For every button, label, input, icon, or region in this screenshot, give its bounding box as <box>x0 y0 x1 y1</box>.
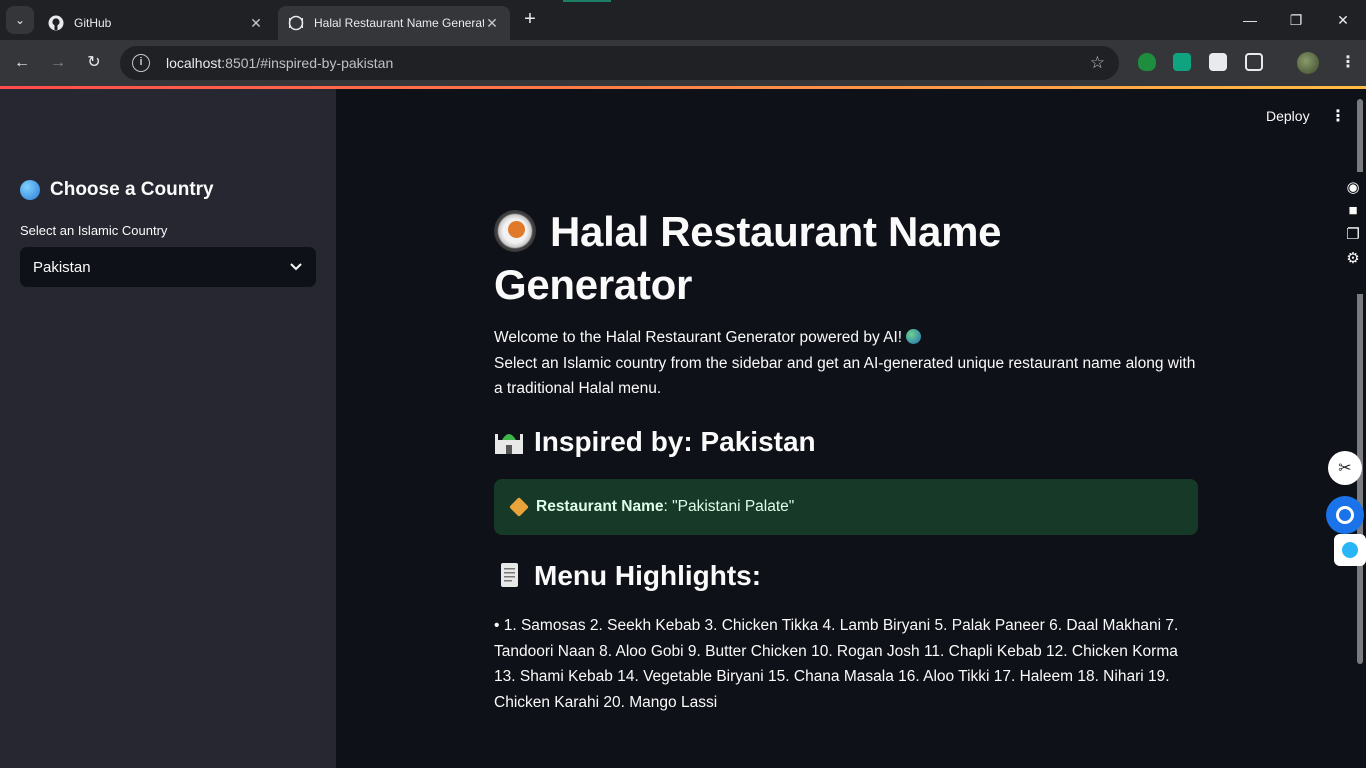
chevron-down-icon: ⌄ <box>14 13 26 27</box>
restaurant-name-alert: Restaurant Name: "Pakistani Palate" <box>494 479 1198 535</box>
intro-text: Welcome to the Halal Restaurant Generato… <box>494 325 1200 402</box>
address-bar[interactable]: i localhost:8501/#inspired-by-pakistan ☆ <box>120 46 1119 80</box>
tab-search-button[interactable]: ⌄ <box>6 6 34 34</box>
deploy-button[interactable]: Deploy <box>1266 108 1310 124</box>
page-title-text: Halal Restaurant Name Generator <box>494 208 1002 308</box>
globe-icon <box>20 180 40 200</box>
restaurant-name-value: : "Pakistani Palate" <box>663 498 795 515</box>
intro-line-2: Select an Islamic country from the sideb… <box>494 354 1196 398</box>
country-select-label: Select an Islamic Country <box>20 223 168 238</box>
checkbox-extension-icon[interactable] <box>1209 53 1227 71</box>
address-host: localhost <box>166 55 222 71</box>
label-tag-icon <box>509 497 529 517</box>
menu-items-text: • 1. Samosas 2. Seekh Kebab 3. Chicken T… <box>494 617 1179 711</box>
chevron-down-icon <box>290 260 302 274</box>
shield-extension-icon[interactable] <box>1138 53 1156 71</box>
browser-toolbar: ← → ↻ i localhost:8501/#inspired-by-paki… <box>0 40 1366 86</box>
puzzle-extensions-icon[interactable] <box>1245 53 1263 71</box>
github-icon <box>48 15 64 31</box>
browser-tab-halal-generator[interactable]: Halal Restaurant Name Generat ✕ <box>278 6 510 40</box>
close-window-icon[interactable]: ✕ <box>1331 8 1355 32</box>
inspired-heading-text: Inspired by: Pakistan <box>534 426 816 457</box>
country-select[interactable]: Pakistan <box>20 247 316 287</box>
menu-heading-text: Menu Highlights: <box>534 560 762 591</box>
tab-accent-indicator <box>563 0 611 2</box>
gear-icon[interactable]: ⚙ <box>1340 249 1366 267</box>
earth-globe-icon <box>906 329 922 344</box>
country-select-value: Pakistan <box>33 258 91 276</box>
window-icon[interactable]: ❐ <box>1340 225 1366 243</box>
mosque-icon <box>495 434 523 454</box>
chat-assistant-icon[interactable] <box>1326 496 1364 534</box>
sidebar-header: Choose a Country <box>20 179 214 201</box>
ai-sidebar-icon[interactable] <box>1334 534 1366 566</box>
browser-tab-bar: ⌄ GitHub ✕ Halal Restaurant Name Generat… <box>0 0 1366 40</box>
restaurant-name-label: Restaurant Name <box>536 498 664 515</box>
sidebar-header-text: Choose a Country <box>50 179 214 200</box>
close-tab-icon[interactable]: ✕ <box>248 15 264 32</box>
inspired-heading: Inspired by: Pakistan <box>494 426 816 458</box>
address-url[interactable]: localhost:8501/#inspired-by-pakistan <box>166 55 393 71</box>
new-tab-button[interactable]: + <box>518 8 542 32</box>
menu-heading: Menu Highlights: <box>494 560 761 592</box>
page-title: Halal Restaurant Name Generator <box>494 205 1200 311</box>
tab-title: GitHub <box>74 16 112 30</box>
minimize-icon[interactable]: — <box>1238 8 1262 32</box>
reload-icon[interactable]: ↻ <box>82 51 106 75</box>
side-toolbar: ◉ ■ ❐ ⚙ <box>1340 172 1366 294</box>
bookmark-star-icon[interactable]: ☆ <box>1090 53 1105 73</box>
plate-icon <box>288 15 304 31</box>
curry-plate-icon <box>494 210 536 252</box>
intro-line-1: Welcome to the Halal Restaurant Generato… <box>494 329 903 346</box>
site-info-icon[interactable]: i <box>132 54 150 72</box>
profile-avatar[interactable] <box>1297 52 1319 74</box>
browser-tab-github[interactable]: GitHub ✕ <box>38 6 274 40</box>
chatgpt-extension-icon[interactable] <box>1173 53 1191 71</box>
address-path: :8501/#inspired-by-pakistan <box>221 55 394 71</box>
sidebar: Choose a Country Select an Islamic Count… <box>0 89 336 768</box>
scissors-icon[interactable]: ✂ <box>1328 451 1362 485</box>
tab-title: Halal Restaurant Name Generat <box>314 16 484 30</box>
restore-icon[interactable]: ❐ <box>1284 8 1308 32</box>
close-tab-icon[interactable]: ✕ <box>484 15 500 32</box>
main-area: Deploy ⋮ Halal Restaurant Name Generator… <box>336 89 1366 768</box>
browser-menu-icon[interactable]: ⋮ <box>1340 52 1356 72</box>
camera-icon[interactable]: ◉ <box>1340 178 1366 196</box>
back-arrow-icon[interactable]: ← <box>10 51 34 75</box>
scroll-icon <box>501 563 518 587</box>
video-icon[interactable]: ■ <box>1340 202 1366 219</box>
forward-arrow-icon[interactable]: → <box>46 51 70 75</box>
app-menu-icon[interactable]: ⋮ <box>1330 106 1346 126</box>
